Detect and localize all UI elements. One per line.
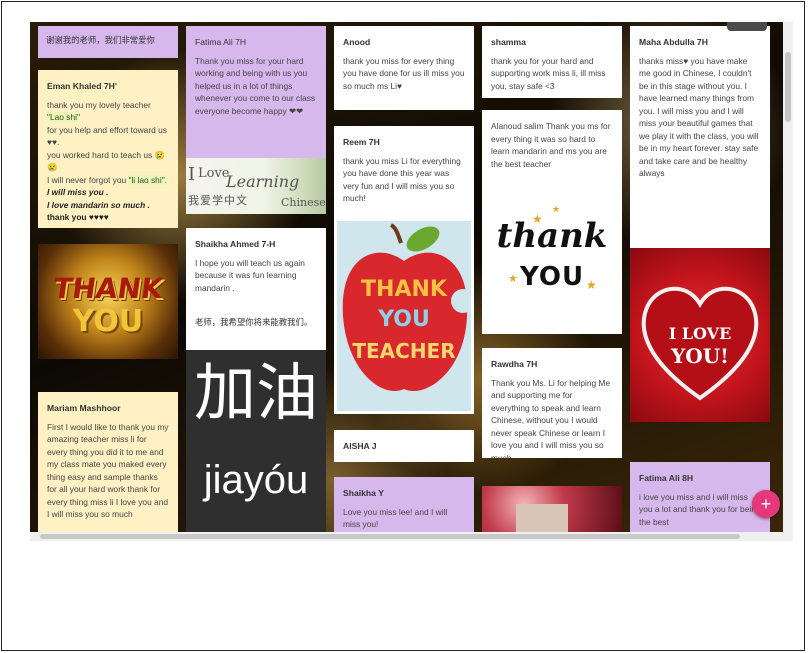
post-line: you worked hard to teach us 😢😢: [47, 149, 165, 173]
post-line: I will miss you .: [47, 187, 109, 197]
photo-object: [516, 504, 568, 532]
love-i-text: I: [188, 164, 196, 185]
apple-thank-text: THANK: [361, 277, 447, 302]
bokeh-photo-image[interactable]: [482, 486, 622, 532]
post-body: i love you miss and i will miss you a lo…: [639, 491, 761, 527]
post-body: I hope you will teach us again because i…: [195, 257, 305, 293]
post-line: thank you ♥♥♥♥: [47, 212, 109, 222]
i-love-learning-chinese-image[interactable]: I Love Learning 我爱学中文 Chinese: [186, 158, 326, 214]
apple-teacher-text: TEACHER: [352, 339, 456, 363]
post-line: thank you my lovely teacher "Lao shi": [47, 99, 169, 124]
post-eman-khaled[interactable]: Eman Khaled 7H' thank you my lovely teac…: [38, 70, 178, 228]
post-body: thanks miss♥ you have make me good in Ch…: [639, 55, 759, 179]
post-body: Thank you Ms. Li for helping Me and supp…: [491, 377, 611, 459]
star-icon: ★: [586, 278, 597, 292]
jiayou-hanzi: 加油: [193, 359, 318, 428]
i-love-you-heart-image[interactable]: I LOVE YOU!: [630, 248, 770, 422]
post-shamma[interactable]: shamma thank you for your hard and suppo…: [482, 26, 622, 98]
post-line: for you help and effort toward us ♥♥.: [47, 124, 167, 148]
post-alanoud-salim[interactable]: Alanoud salim Thank you ms for every thi…: [482, 110, 622, 182]
heart-you-text: YOU!: [671, 344, 729, 368]
post-body: Alanoud salim Thank you ms for every thi…: [491, 121, 611, 169]
post-aisha-j[interactable]: AISHA J: [334, 430, 474, 462]
post-line: I love mandarin so much .: [47, 199, 150, 210]
post-author: AISHA J: [343, 441, 377, 451]
padlet-board: 谢谢我的老师，我们非常爱你 Eman Khaled 7H' thank you …: [30, 22, 783, 532]
highlight-text: "li lao shi".: [128, 174, 167, 185]
post-author: shamma: [491, 37, 526, 47]
post-author: Shaikha Ahmed 7-H: [195, 239, 276, 249]
star-icon: ★: [508, 273, 518, 285]
post-author: Mariam Mashhoor: [47, 403, 121, 413]
post-shaikha-ahmed[interactable]: Shaikha Ahmed 7-H I hope you will teach …: [186, 228, 326, 350]
post-anood[interactable]: Anood thank you miss for every thing you…: [334, 26, 474, 110]
post-body: Thank you miss for your hard working and…: [195, 55, 316, 116]
top-toolbar-button[interactable]: [727, 22, 767, 31]
post-author: Fatima Ali 8H: [639, 473, 694, 483]
you-3d-text: YOU: [72, 304, 144, 339]
post-body: thank you miss Li for everything you hav…: [343, 155, 461, 204]
post-body: thank you miss for every thing you have …: [343, 55, 465, 91]
learning-text: Learning: [226, 172, 300, 191]
post-mariam-mashhoor[interactable]: Mariam Mashhoor First I would like to th…: [38, 392, 178, 532]
script-thank-text: thank: [496, 216, 608, 256]
vertical-scrollbar[interactable]: [783, 22, 793, 532]
heart-i-love-text: I LOVE: [668, 324, 732, 343]
vertical-scroll-thumb[interactable]: [785, 52, 791, 122]
post-author: Fatima Ali 7H: [195, 37, 247, 47]
post-body-chinese: 老师，我希望你将来能教我们。: [195, 317, 313, 327]
chinese-cn-text: 我爱学中文: [188, 195, 248, 207]
thank-3d-text: THANK: [51, 272, 165, 305]
horizontal-scroll-thumb[interactable]: [40, 534, 740, 539]
post-shaikha-y[interactable]: Shaikha Y Love you miss lee! and I will …: [334, 477, 474, 532]
banner-text: 谢谢我的老师，我们非常爱你: [46, 35, 155, 45]
post-fatima-ali-8h[interactable]: Fatima Ali 8H i love you miss and i will…: [630, 462, 770, 532]
post-body: thank you for your hard and supporting w…: [491, 55, 606, 91]
jiayou-pinyin: jiayóu: [203, 458, 309, 502]
add-post-button[interactable]: +: [752, 490, 780, 518]
chinese-banner-card[interactable]: 谢谢我的老师，我们非常爱你: [38, 26, 178, 58]
apple-you-text: YOU: [378, 307, 430, 332]
post-fatima-ali-7h[interactable]: Fatima Ali 7H Thank you miss for your ha…: [186, 26, 326, 158]
script-you-text: YOU: [519, 262, 585, 292]
star-icon: ★: [552, 204, 561, 214]
post-author: Eman Khaled 7H': [47, 81, 117, 91]
thank-you-teacher-apple-image[interactable]: THANK YOU TEACHER: [334, 218, 474, 414]
post-text: I will never forgot you: [47, 174, 127, 185]
post-author: Anood: [343, 37, 371, 47]
post-line: I will never forgot you "li lao shi".: [47, 174, 169, 187]
post-body: Love you miss lee! and I will miss you!: [343, 506, 448, 530]
love-text: Love: [198, 166, 230, 181]
highlight-text: "Lao shi": [47, 112, 80, 122]
post-author: Maha Abdulla 7H: [639, 37, 708, 47]
post-text: thank you my lovely teacher: [47, 99, 151, 110]
post-author: Reem 7H: [343, 137, 380, 147]
thank-you-3d-image[interactable]: THANK YOU: [38, 244, 178, 359]
jiayou-image[interactable]: 加油 jiayóu: [186, 350, 326, 532]
post-author: Shaikha Y: [343, 488, 384, 498]
post-author: Rawdha 7H: [491, 359, 538, 369]
post-reem[interactable]: Reem 7H thank you miss Li for everything…: [334, 126, 474, 218]
chinese-text: Chinese: [281, 196, 326, 209]
thank-you-script-image[interactable]: thank YOU ★ ★ ★ ★: [482, 182, 622, 334]
post-maha-abdulla[interactable]: Maha Abdulla 7H thanks miss♥ you have ma…: [630, 26, 770, 248]
star-icon: ★: [532, 212, 543, 226]
post-body: First I would like to thank you my amazi…: [47, 421, 169, 520]
post-rawdha[interactable]: Rawdha 7H Thank you Ms. Li for helping M…: [482, 348, 622, 458]
horizontal-scrollbar[interactable]: [30, 532, 793, 541]
